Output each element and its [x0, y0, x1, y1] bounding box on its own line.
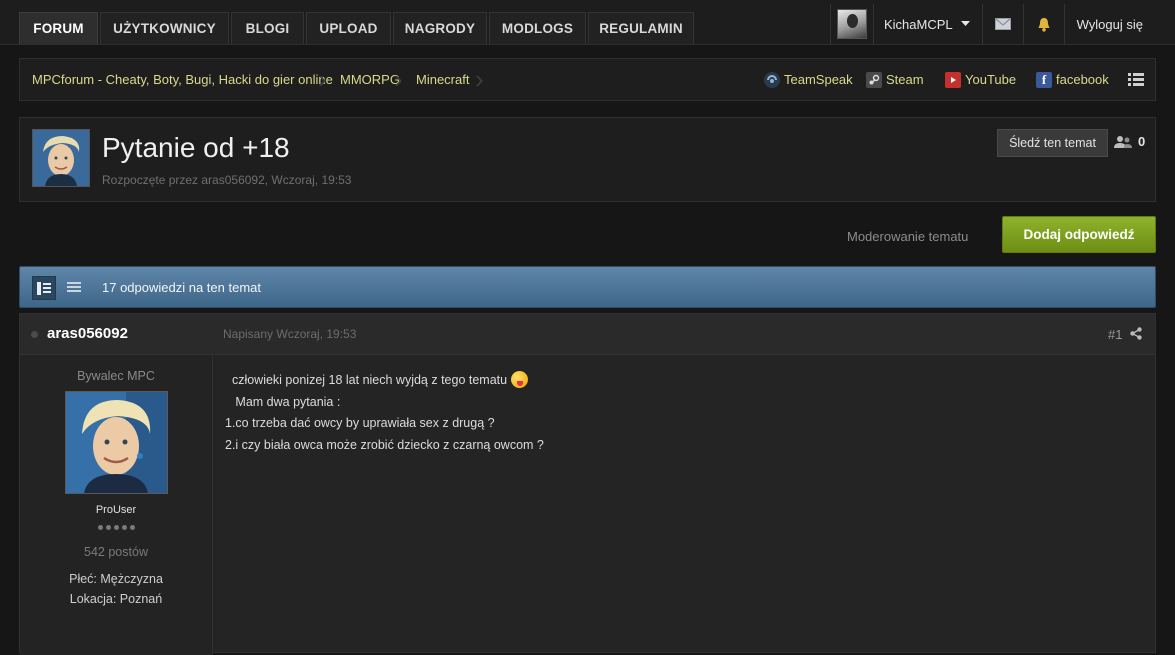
youtube-icon	[945, 71, 961, 88]
member-rank: Bywalec MPC	[77, 369, 155, 383]
tongue-emoji-icon	[511, 371, 529, 388]
compact-view-icon	[67, 282, 81, 292]
gender-field: Płeć: Mężczyzna	[69, 572, 163, 586]
replies-bar: 17 odpowiedzi na ten temat	[19, 266, 1156, 308]
user-menu: KichaMCPL Wyloguj się	[830, 4, 1175, 44]
moderate-topic-link[interactable]: Moderowanie tematu	[847, 229, 968, 244]
author-info: Bywalec MPC ProUser 542 postów Płeć: Męż…	[20, 355, 213, 655]
pip-icon	[105, 525, 111, 530]
facebook-icon: f	[1036, 71, 1052, 88]
page-title: Pytanie od +18	[102, 132, 290, 163]
full-view-button[interactable]	[32, 276, 56, 300]
pip-icon	[121, 525, 127, 530]
user-dropdown[interactable]: KichaMCPL	[873, 4, 982, 44]
steam-link[interactable]: Steam	[866, 59, 924, 100]
logout-label: Wyloguj się	[1076, 16, 1143, 32]
youtube-label: YouTube	[965, 72, 1017, 87]
reputation-pips	[20, 525, 212, 530]
add-reply-button[interactable]: Dodaj odpowiedź	[1002, 216, 1156, 253]
replies-count: 17 odpowiedzi na ten temat	[102, 280, 261, 295]
post-content: człowieki ponizej 18 lat niech wyjdą z t…	[225, 370, 544, 456]
messages-button[interactable]	[981, 4, 1023, 44]
full-view-icon	[37, 281, 51, 295]
top-navigation: FORUM UŻYTKOWNICY BLOGI UPLOAD NAGRODY M…	[0, 0, 1175, 45]
notifications-button[interactable]	[1022, 4, 1064, 44]
steam-icon	[866, 71, 882, 88]
post-count: 542 postów	[84, 545, 148, 559]
breadcrumb: MPCforum - Cheaty, Boty, Bugi, Hacki do …	[19, 58, 1156, 101]
post-line: Mam dwa pytania :	[225, 394, 341, 409]
author-avatar[interactable]	[65, 391, 168, 494]
breadcrumb-separator: ›	[318, 64, 327, 94]
caret-down-icon	[960, 21, 970, 26]
menu-toggle[interactable]	[1128, 59, 1144, 100]
bell-icon	[1038, 17, 1050, 32]
topic-header: Pytanie od +18 Rozpoczęte przez aras0560…	[19, 117, 1156, 202]
share-icon[interactable]	[1130, 327, 1142, 345]
user-avatar[interactable]	[830, 4, 873, 44]
topic-meta: Rozpoczęte przez aras056092, Wczoraj, 19…	[102, 173, 352, 187]
post-line-text: człowieki ponizej 18 lat niech wyjdą z t…	[225, 373, 508, 387]
envelope-icon	[994, 18, 1011, 30]
pip-icon	[113, 525, 119, 530]
follow-topic-button[interactable]: Śledź ten temat	[997, 129, 1108, 157]
tab-upload[interactable]: UPLOAD	[306, 12, 391, 44]
pip-icon	[97, 525, 103, 530]
users-icon	[1114, 135, 1132, 148]
tab-blogs[interactable]: BLOGI	[231, 12, 304, 44]
location-field: Lokacja: Poznań	[69, 592, 163, 606]
avatar	[837, 9, 867, 39]
breadcrumb-item-home[interactable]: MPCforum - Cheaty, Boty, Bugi, Hacki do …	[32, 59, 333, 100]
breadcrumb-item-minecraft[interactable]: Minecraft	[416, 59, 469, 100]
post-author[interactable]: aras056092	[47, 325, 128, 342]
breadcrumb-separator: ›	[394, 64, 403, 94]
post-line: 1.co trzeba dać owcy by uprawiała sex z …	[225, 416, 495, 430]
portrait-image	[33, 130, 89, 186]
tab-awards[interactable]: NAGRODY	[393, 12, 487, 44]
post-number[interactable]: #1	[1108, 327, 1122, 342]
username: KichaMCPL	[884, 16, 953, 32]
breadcrumb-separator: ›	[475, 64, 484, 94]
followers-count[interactable]: 0	[1114, 134, 1145, 149]
youtube-link[interactable]: YouTube	[945, 59, 1016, 100]
teamspeak-link[interactable]: TeamSpeak	[764, 59, 853, 100]
post: aras056092 Napisany Wczoraj, 19:53 #1 By…	[19, 313, 1156, 655]
post-line: człowieki ponizej 18 lat niech wyjdą z t…	[225, 370, 544, 392]
post-date: Napisany Wczoraj, 19:53	[223, 327, 357, 341]
teamspeak-icon	[764, 71, 780, 88]
post-line: 2.i czy biała owca może zrobić dziecko z…	[225, 437, 544, 452]
compact-view-button[interactable]	[62, 276, 86, 300]
member-group: ProUser	[95, 504, 137, 516]
portrait-image	[66, 392, 167, 493]
topic-author-avatar[interactable]	[32, 129, 90, 187]
list-menu-icon	[1128, 73, 1144, 86]
tab-users[interactable]: UŻYTKOWNICY	[100, 12, 229, 44]
online-status-icon	[31, 331, 38, 338]
teamspeak-label: TeamSpeak	[784, 72, 853, 87]
facebook-link[interactable]: f facebook	[1036, 59, 1109, 100]
facebook-label: facebook	[1056, 72, 1109, 87]
post-header: aras056092 Napisany Wczoraj, 19:53 #1	[20, 314, 1155, 355]
steam-label: Steam	[886, 72, 924, 87]
tab-forum[interactable]: FORUM	[19, 12, 98, 44]
pip-icon	[129, 525, 135, 530]
breadcrumb-item-mmorpg[interactable]: MMORPG	[340, 59, 400, 100]
logout-link[interactable]: Wyloguj się	[1063, 4, 1175, 44]
tab-modlogs[interactable]: MODLOGS	[489, 12, 586, 44]
followers-number: 0	[1138, 134, 1146, 149]
tab-rules[interactable]: REGULAMIN	[588, 12, 694, 44]
